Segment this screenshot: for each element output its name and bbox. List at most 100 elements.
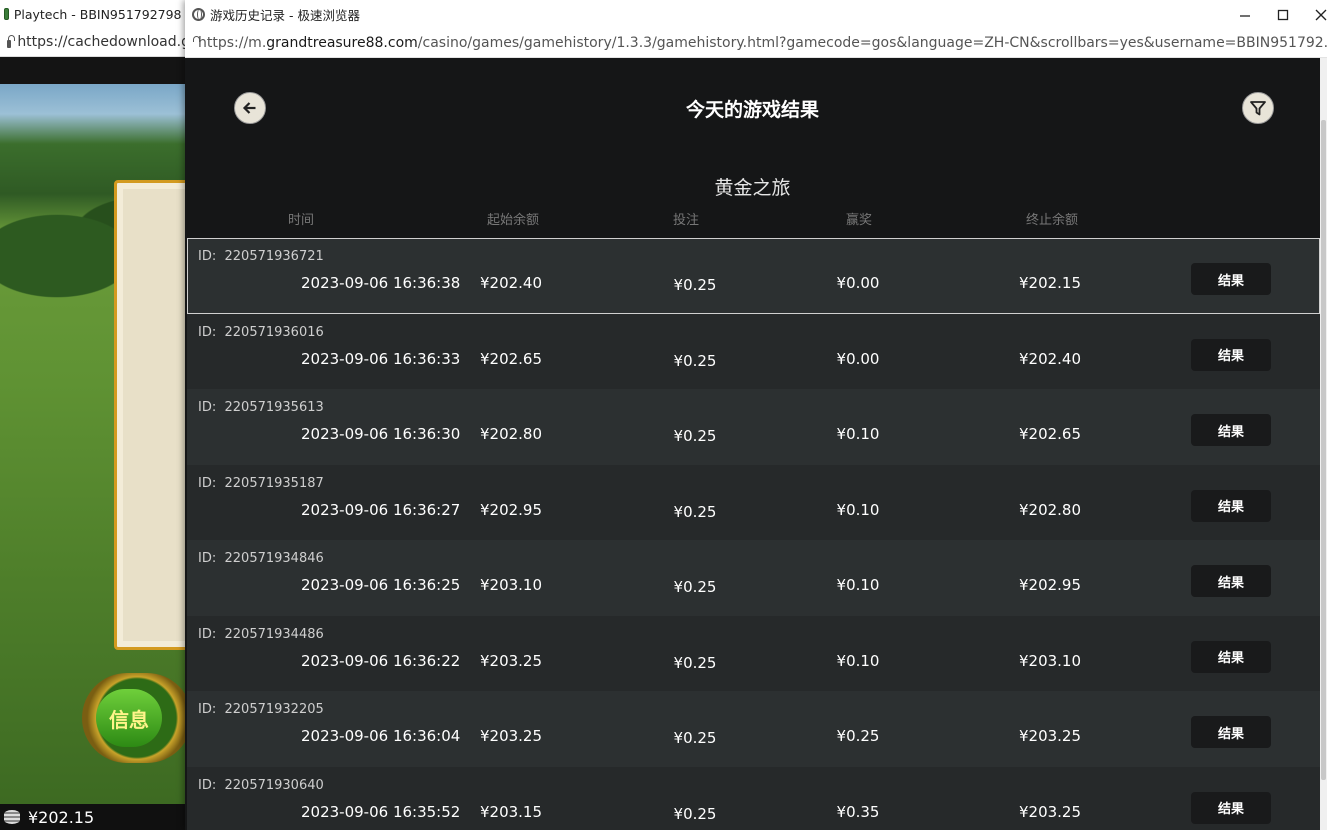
url-path: /casino/games/gamehistory/1.3.3/gamehist… (417, 35, 1327, 51)
window-titlebar[interactable]: 游戏历史记录 - 极速浏览器 (185, 0, 1327, 29)
end-balance: ¥202.65 (1018, 425, 1082, 443)
url-host: grandtreasure88.com (266, 35, 418, 51)
win-amount: ¥0.10 (836, 651, 880, 670)
game-reel-panel (114, 180, 190, 650)
address-bar[interactable]: https://m. grandtreasure88.com/casino/gam… (185, 29, 1327, 58)
id-prefix: ID: (198, 777, 217, 793)
result-button[interactable]: 结果 (1191, 338, 1271, 371)
start-balance: ¥203.15 (479, 802, 543, 821)
end-balance: ¥203.25 (1018, 727, 1082, 745)
history-table: ID: 220571936721 2023-09-06 16:36:38 ¥202.… (187, 238, 1320, 830)
table-row[interactable]: ID: 220571936721 2023-09-06 16:36:38 ¥202.… (187, 238, 1320, 314)
end-balance: ¥203.10 (1018, 651, 1082, 670)
maximize-icon (1277, 9, 1289, 20)
start-balance: ¥202.40 (479, 274, 543, 292)
end-balance: ¥202.15 (1018, 274, 1082, 292)
table-row[interactable]: ID: 220571932205 2023-09-06 16:36:04 ¥203.… (187, 691, 1320, 767)
win-amount: ¥0.10 (836, 425, 880, 443)
result-button[interactable]: 结果 (1191, 640, 1271, 673)
table-row[interactable]: ID: 220571936016 2023-09-06 16:36:33 ¥202.… (187, 313, 1320, 389)
result-button[interactable]: 结果 (1191, 565, 1271, 597)
id-prefix: ID: (198, 249, 217, 264)
win-amount: ¥0.00 (836, 274, 880, 292)
playtech-app-icon (4, 8, 9, 20)
round-id: ID: 220571934486 (198, 627, 324, 642)
filter-button[interactable] (1242, 92, 1274, 124)
round-id-value: 220571935613 (224, 400, 324, 415)
bet-amount: ¥0.25 (673, 804, 717, 823)
id-prefix: ID: (198, 324, 217, 340)
column-header-win: 赢奖 (845, 213, 873, 228)
win-amount: ¥0.25 (836, 727, 880, 745)
bet-amount: ¥0.25 (673, 653, 717, 672)
round-time: 2023-09-06 16:36:22 (301, 651, 461, 670)
close-button[interactable] (1301, 0, 1327, 29)
round-time: 2023-09-06 16:36:38 (301, 274, 461, 292)
column-header-time: 时间 (287, 213, 315, 228)
round-id-value: 220571935187 (224, 475, 324, 491)
scrollbar-thumb[interactable] (1321, 120, 1326, 780)
id-prefix: ID: (198, 702, 217, 717)
url-prefix: https://m. (198, 35, 267, 51)
round-time: 2023-09-06 16:36:27 (301, 500, 461, 519)
game-balance-bar: ¥202.15 (0, 804, 190, 830)
table-row[interactable]: ID: 220571935613 2023-09-06 16:36:30 ¥202.… (187, 389, 1320, 465)
page-title: 今天的游戏结果 (685, 99, 819, 121)
bet-amount: ¥0.25 (673, 427, 717, 445)
bet-amount: ¥0.25 (673, 276, 717, 294)
background-address-bar[interactable]: https://cachedownload.g (0, 28, 190, 57)
round-id: ID: 220571936016 (198, 325, 324, 340)
round-id-value: 220571932205 (224, 702, 324, 717)
minimize-button[interactable] (1225, 0, 1265, 29)
column-header-start-balance: 起始余额 (486, 213, 540, 228)
lock-icon (7, 35, 16, 48)
info-button[interactable]: 信息 (82, 673, 190, 763)
background-window: Playtech - BBIN951792798 - https://cache… (0, 0, 190, 830)
round-time: 2023-09-06 16:36:33 (301, 349, 461, 368)
start-balance: ¥203.25 (479, 727, 543, 745)
minimize-icon (1240, 14, 1250, 17)
result-button[interactable]: 结果 (1191, 791, 1271, 824)
end-balance: ¥202.80 (1018, 500, 1082, 519)
result-button[interactable]: 结果 (1191, 716, 1271, 748)
bet-amount: ¥0.25 (673, 351, 717, 370)
maximize-button[interactable] (1263, 0, 1303, 29)
result-button[interactable]: 结果 (1191, 263, 1271, 295)
close-icon (1315, 9, 1327, 20)
end-balance: ¥202.40 (1018, 349, 1082, 368)
globe-icon (192, 8, 205, 21)
end-balance: ¥202.95 (1018, 576, 1082, 594)
result-button[interactable]: 结果 (1191, 414, 1271, 446)
round-id: ID: 220571935613 (198, 400, 324, 415)
table-row[interactable]: ID: 220571934846 2023-09-06 16:36:25 ¥203.… (187, 540, 1320, 616)
round-id: ID: 220571934846 (198, 551, 324, 566)
start-balance: ¥202.95 (479, 500, 543, 519)
round-time: 2023-09-06 16:36:25 (301, 576, 461, 594)
result-button[interactable]: 结果 (1191, 489, 1271, 522)
start-balance: ¥203.25 (479, 651, 543, 670)
scrollbar[interactable] (1320, 58, 1327, 830)
history-window: 游戏历史记录 - 极速浏览器 https://m. grandtreasure88… (185, 0, 1327, 830)
filter-icon (1250, 101, 1266, 116)
table-row[interactable]: ID: 220571930640 2023-09-06 16:35:52 ¥203.… (187, 766, 1320, 830)
round-id: ID: 220571932205 (198, 702, 324, 717)
round-id-value: 220571934486 (224, 626, 324, 642)
column-header-end-balance: 终止余额 (1025, 213, 1079, 228)
round-time: 2023-09-06 16:36:30 (301, 425, 461, 443)
id-prefix: ID: (198, 551, 217, 566)
background-window-titlebar[interactable]: Playtech - BBIN951792798 - (0, 0, 190, 28)
win-amount: ¥0.10 (836, 576, 880, 594)
table-row[interactable]: ID: 220571934486 2023-09-06 16:36:22 ¥203.… (187, 615, 1320, 691)
game-name: 黄金之旅 (714, 177, 791, 199)
start-balance: ¥202.80 (479, 425, 543, 443)
background-url[interactable]: https://cachedownload.g (17, 34, 190, 50)
bet-amount: ¥0.25 (673, 729, 717, 747)
background-window-title: Playtech - BBIN951792798 - (13, 6, 190, 22)
round-id: ID: 220571936721 (198, 249, 324, 264)
start-balance: ¥202.65 (479, 349, 543, 368)
window-title: 游戏历史记录 - 极速浏览器 (210, 8, 360, 23)
end-balance: ¥203.25 (1018, 802, 1082, 821)
table-row[interactable]: ID: 220571935187 2023-09-06 16:36:27 ¥202.… (187, 464, 1320, 540)
win-amount: ¥0.00 (836, 349, 880, 368)
game-balance: ¥202.15 (28, 807, 95, 827)
